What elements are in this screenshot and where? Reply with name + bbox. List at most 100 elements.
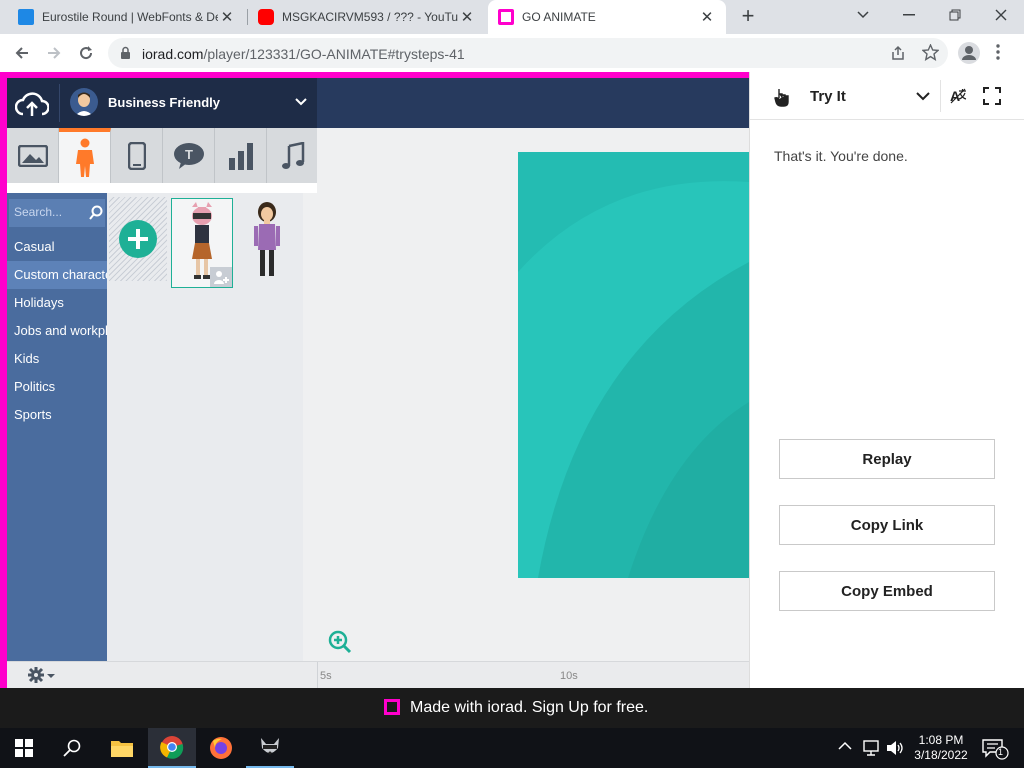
svg-text:T: T	[185, 147, 193, 162]
close-tab-icon[interactable]: ✕	[458, 8, 476, 26]
scene-canvas[interactable]	[518, 152, 749, 578]
lock-icon[interactable]	[120, 46, 131, 60]
add-character-tile[interactable]	[109, 197, 167, 281]
browser-menu-icon[interactable]	[996, 44, 1000, 60]
tab-go-animate[interactable]: GO ANIMATE ✕	[488, 0, 726, 34]
mode-label[interactable]: Try It	[810, 88, 846, 105]
category-sports[interactable]: Sports	[7, 401, 107, 429]
back-icon[interactable]	[8, 39, 36, 67]
phone-icon	[127, 141, 146, 170]
page-content: Business Friendly T Search... Casual Cus…	[0, 72, 1024, 688]
replay-button[interactable]: Replay	[779, 439, 995, 479]
timeline-mark-5s: 5s	[320, 670, 332, 682]
character-search-input[interactable]: Search...	[9, 199, 105, 227]
close-tab-icon[interactable]: ✕	[698, 8, 716, 26]
category-custom-characters[interactable]: Custom characters	[7, 261, 107, 289]
browser-toolbar: iorad.com/player/123331/GO-ANIMATE#tryst…	[0, 34, 1024, 72]
copy-character-icon[interactable]	[210, 267, 232, 287]
highlight-frame: Business Friendly T Search... Casual Cus…	[0, 72, 749, 688]
firefox-icon[interactable]	[197, 728, 245, 768]
volume-icon[interactable]	[886, 740, 904, 756]
clock-time: 1:08 PM	[918, 733, 964, 747]
category-politics[interactable]: Politics	[7, 373, 107, 401]
address-bar[interactable]: iorad.com/player/123331/GO-ANIMATE#tryst…	[108, 38, 948, 68]
category-jobs-and-workplace[interactable]: Jobs and workplace	[7, 317, 107, 345]
category-kids[interactable]: Kids	[7, 345, 107, 373]
network-icon[interactable]	[862, 740, 880, 756]
zoom-in-icon[interactable]	[328, 630, 352, 654]
tab-charts[interactable]	[215, 128, 267, 183]
character-icon	[74, 138, 96, 178]
url-host: iorad.com	[142, 46, 204, 62]
forward-icon[interactable]	[40, 39, 68, 67]
bookmark-star-icon[interactable]	[922, 44, 939, 61]
youtube-favicon-icon	[258, 9, 274, 25]
category-casual[interactable]: Casual	[7, 233, 107, 261]
mode-chevron-down-icon[interactable]	[916, 92, 930, 101]
character-grid	[107, 193, 303, 663]
tab-backgrounds[interactable]	[7, 128, 59, 183]
signup-text[interactable]: Made with iorad. Sign Up for free.	[410, 699, 648, 717]
copy-link-button[interactable]: Copy Link	[779, 505, 995, 545]
tab-youtube[interactable]: MSGKACIRVM593 / ??? - YouTub ✕	[248, 0, 486, 34]
theme-bar[interactable]: Business Friendly	[7, 78, 317, 128]
tab-eurostile[interactable]: Eurostile Round | WebFonts & De ✕	[8, 0, 246, 34]
iorad-signup-bar[interactable]: Made with iorad. Sign Up for free.	[0, 688, 1024, 728]
add-icon[interactable]	[118, 219, 158, 259]
reload-icon[interactable]	[72, 39, 100, 67]
tab-title: MSGKACIRVM593 / ??? - YouTub	[282, 10, 458, 24]
search-icon[interactable]	[89, 205, 103, 221]
url-path: /player/123331/GO-ANIMATE#trysteps-41	[203, 46, 465, 62]
completion-message: That's it. You're done.	[774, 148, 908, 164]
fullscreen-icon[interactable]	[983, 87, 1001, 105]
goanimate-editor: Business Friendly T Search... Casual Cus…	[7, 78, 749, 688]
hand-pointer-icon	[774, 87, 790, 107]
speech-bubble-icon: T	[173, 142, 205, 170]
close-window-icon[interactable]	[978, 0, 1024, 30]
category-holidays[interactable]: Holidays	[7, 289, 107, 317]
asset-category-bar: T	[7, 128, 317, 183]
windows-start-icon[interactable]	[0, 728, 48, 768]
iorad-favicon-icon	[498, 9, 514, 25]
webfonts-favicon-icon	[18, 9, 34, 25]
music-note-icon	[281, 141, 305, 170]
raccoon-app-icon[interactable]	[246, 728, 294, 768]
new-tab-icon[interactable]: +	[734, 5, 762, 29]
timeline: 5s 10s	[7, 661, 749, 688]
share-icon[interactable]	[890, 45, 906, 61]
cloud-upload-icon[interactable]	[15, 90, 49, 118]
image-icon	[17, 144, 48, 167]
tab-characters[interactable]	[59, 128, 111, 183]
custom-character-woman[interactable]	[237, 198, 297, 288]
profile-avatar-icon[interactable]	[958, 42, 980, 64]
tab-sounds[interactable]	[267, 128, 319, 183]
notification-count: 1	[998, 747, 1004, 757]
tab-strip: Eurostile Round | WebFonts & De ✕ MSGKAC…	[0, 0, 1024, 34]
tab-title: Eurostile Round | WebFonts & De	[42, 10, 218, 24]
chrome-icon[interactable]	[148, 728, 196, 768]
tab-props[interactable]	[111, 128, 163, 183]
chevron-down-icon[interactable]	[295, 98, 307, 106]
theme-name: Business Friendly	[108, 95, 220, 110]
restore-icon[interactable]	[932, 0, 978, 30]
timeline-mark-10s: 10s	[560, 670, 578, 682]
notification-center-icon[interactable]: 1	[982, 738, 1012, 760]
show-hidden-icons-icon[interactable]	[838, 741, 852, 751]
system-clock[interactable]: 1:08 PM 3/18/2022	[910, 733, 972, 763]
tab-text[interactable]: T	[163, 128, 215, 183]
theme-avatar	[70, 88, 98, 116]
file-explorer-icon[interactable]	[98, 728, 146, 768]
tab-search-icon[interactable]	[840, 0, 886, 30]
bar-chart-icon	[228, 142, 254, 170]
settings-gear-icon[interactable]	[27, 667, 57, 683]
tab-title: GO ANIMATE	[522, 10, 596, 24]
minimize-icon[interactable]	[886, 0, 932, 30]
copy-embed-button[interactable]: Copy Embed	[779, 571, 995, 611]
close-tab-icon[interactable]: ✕	[218, 8, 236, 26]
library-spacer	[7, 183, 317, 193]
search-icon[interactable]	[48, 728, 96, 768]
translate-icon[interactable]: A	[949, 87, 967, 105]
custom-character-raccoon[interactable]	[171, 198, 233, 288]
panel-header: Try It A	[750, 72, 1024, 120]
iorad-panel: Try It A That's it. You're done. Replay …	[749, 72, 1024, 688]
